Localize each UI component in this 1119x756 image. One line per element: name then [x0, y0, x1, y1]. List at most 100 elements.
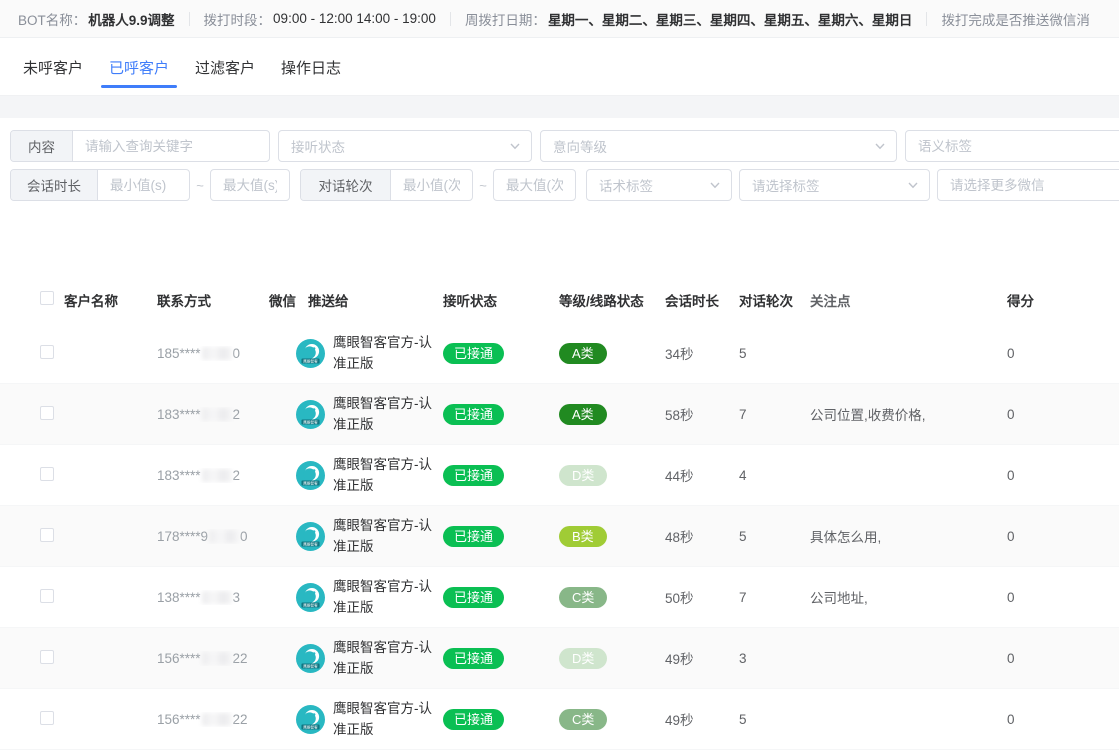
svg-text:鹰眼智客: 鹰眼智客 — [303, 602, 318, 607]
phone-cell: 178****90 — [148, 529, 258, 544]
row-checkbox[interactable] — [40, 650, 54, 664]
tab-uncalled[interactable]: 未呼客户 — [21, 39, 85, 94]
header-push-to: 推送给 — [296, 290, 437, 310]
table-row: 156****22 鹰眼智客 鹰眼智客官方-认准正版 已接通 D类 49秒 3 … — [0, 628, 1119, 689]
header-duration: 会话时长 — [663, 290, 737, 310]
focus-cell: 具体怎么用, — [810, 526, 1005, 546]
push-to-cell: 鹰眼智客 鹰眼智客官方-认准正版 — [296, 576, 437, 618]
tab-filtered[interactable]: 过滤客户 — [193, 39, 257, 94]
score-cell: 0 — [1005, 529, 1119, 544]
redacted-digits — [202, 591, 232, 604]
row-checkbox[interactable] — [40, 467, 54, 481]
push-to-cell: 鹰眼智客 鹰眼智客官方-认准正版 — [296, 332, 437, 374]
push-to-name: 鹰眼智客官方-认准正版 — [333, 698, 437, 740]
svg-text:鹰眼智客: 鹰眼智客 — [303, 419, 318, 424]
listen-status-select[interactable]: 接听状态 — [278, 130, 532, 162]
table-row: 183****2 鹰眼智客 鹰眼智客官方-认准正版 已接通 D类 44秒 4 0 — [0, 445, 1119, 506]
phone-prefix: 178****9 — [157, 529, 208, 544]
more-wechat-input[interactable] — [938, 170, 1119, 200]
table-body: 185****0 鹰眼智客 鹰眼智客官方-认准正版 已接通 A类 34秒 5 0… — [0, 323, 1119, 750]
level-badge: D类 — [559, 465, 607, 486]
duration-filter-label: 会话时长 — [11, 170, 98, 200]
table-row: 178****90 鹰眼智客 鹰眼智客官方-认准正版 已接通 B类 48秒 5 … — [0, 506, 1119, 567]
level-badge: C类 — [559, 709, 607, 730]
filter-row-1: 内容 接听状态 意向等级 — [10, 130, 1119, 162]
content-filter-label: 内容 — [11, 131, 73, 161]
dial-period-group: 拨打时段： 09:00 - 12:00 14:00 - 19:00 — [204, 9, 436, 29]
called-customers-table: 客户名称 联系方式 微信 推送给 接听状态 等级/线路状态 会话时长 对话轮次 … — [0, 276, 1119, 750]
duration-cell: 48秒 — [663, 526, 737, 546]
score-cell: 0 — [1005, 651, 1119, 666]
focus-cell: 公司位置,收费价格, — [810, 404, 1005, 424]
phone-prefix: 156**** — [157, 651, 201, 666]
header-contact: 联系方式 — [148, 290, 258, 310]
phone-cell: 183****2 — [148, 407, 258, 422]
topbar: BOT名称： 机器人9.9调整 拨打时段： 09:00 - 12:00 14:0… — [0, 0, 1119, 38]
listen-status-badge: 已接通 — [443, 587, 504, 608]
tab-called[interactable]: 已呼客户 — [107, 39, 171, 94]
script-tag-placeholder: 话术标签 — [599, 175, 653, 195]
rounds-filter-group: 对话轮次 — [300, 169, 473, 201]
listen-status-badge: 已接通 — [443, 404, 504, 425]
semantic-tag-input[interactable] — [906, 131, 1119, 161]
row-checkbox[interactable] — [40, 711, 54, 725]
phone-suffix: 22 — [233, 712, 248, 727]
duration-min-input[interactable] — [98, 170, 189, 200]
duration-cell: 34秒 — [663, 343, 737, 363]
phone-prefix: 138**** — [157, 590, 201, 605]
push-to-cell: 鹰眼智客 鹰眼智客官方-认准正版 — [296, 454, 437, 496]
filter-row-2: 会话时长 ~ 对话轮次 ~ 话术标签 请选择标签 — [10, 169, 1119, 201]
intent-level-select[interactable]: 意向等级 — [540, 130, 897, 162]
listen-status-badge: 已接通 — [443, 709, 504, 730]
row-checkbox[interactable] — [40, 589, 54, 603]
level-badge: A类 — [559, 343, 607, 364]
svg-text:鹰眼智客: 鹰眼智客 — [303, 358, 318, 363]
push-to-name: 鹰眼智客官方-认准正版 — [333, 454, 437, 496]
table-row: 156****22 鹰眼智客 鹰眼智客官方-认准正版 已接通 C类 49秒 5 … — [0, 689, 1119, 750]
push-to-name: 鹰眼智客官方-认准正版 — [333, 637, 437, 679]
phone-prefix: 156**** — [157, 712, 201, 727]
phone-cell: 156**** 22 — [148, 712, 258, 727]
chevron-down-icon — [709, 179, 721, 191]
level-badge: B类 — [559, 526, 607, 547]
script-tag-select[interactable]: 话术标签 — [586, 169, 732, 201]
wechat-avatar-icon: 鹰眼智客 — [296, 583, 325, 612]
wechat-avatar-icon: 鹰眼智客 — [296, 522, 325, 551]
select-all-checkbox[interactable] — [40, 291, 54, 305]
duration-cell: 44秒 — [663, 465, 737, 485]
level-badge: D类 — [559, 648, 607, 669]
row-checkbox[interactable] — [40, 528, 54, 542]
select-tag-select[interactable]: 请选择标签 — [739, 169, 930, 201]
listen-status-badge: 已接通 — [443, 465, 504, 486]
listen-status-placeholder: 接听状态 — [291, 136, 345, 156]
tab-operation-log[interactable]: 操作日志 — [279, 39, 343, 94]
duration-max-input[interactable] — [211, 170, 289, 200]
rounds-cell: 4 — [737, 468, 810, 483]
rounds-max-group — [493, 169, 576, 201]
phone-cell: 185****0 — [148, 346, 258, 361]
filter-panel: 内容 接听状态 意向等级 会话时长 ~ — [0, 118, 1119, 201]
section-separator — [0, 96, 1119, 118]
svg-text:鹰眼智客: 鹰眼智客 — [303, 541, 318, 546]
chevron-down-icon — [907, 179, 919, 191]
semantic-tag-group — [905, 130, 1119, 162]
wechat-avatar-icon: 鹰眼智客 — [296, 400, 325, 429]
header-listen-status: 接听状态 — [437, 290, 557, 310]
table-row: 183****2 鹰眼智客 鹰眼智客官方-认准正版 已接通 A类 58秒 7 公… — [0, 384, 1119, 445]
phone-prefix: 183**** — [157, 468, 201, 483]
redacted-digits — [202, 652, 232, 665]
phone-suffix: 3 — [233, 590, 241, 605]
wechat-avatar-icon: 鹰眼智客 — [296, 339, 325, 368]
dial-period-label: 拨打时段： — [204, 9, 272, 29]
row-checkbox[interactable] — [40, 345, 54, 359]
rounds-max-input[interactable] — [494, 170, 575, 200]
push-to-cell: 鹰眼智客 鹰眼智客官方-认准正版 — [296, 698, 437, 740]
push-to-name: 鹰眼智客官方-认准正版 — [333, 332, 437, 374]
more-wechat-group — [937, 169, 1119, 201]
rounds-min-input[interactable] — [391, 170, 472, 200]
bot-name-group: BOT名称： 机器人9.9调整 — [18, 9, 175, 29]
content-keyword-input[interactable] — [73, 131, 269, 161]
svg-text:鹰眼智客: 鹰眼智客 — [303, 663, 318, 668]
row-checkbox[interactable] — [40, 406, 54, 420]
header-focus: 关注点 — [810, 290, 1005, 310]
